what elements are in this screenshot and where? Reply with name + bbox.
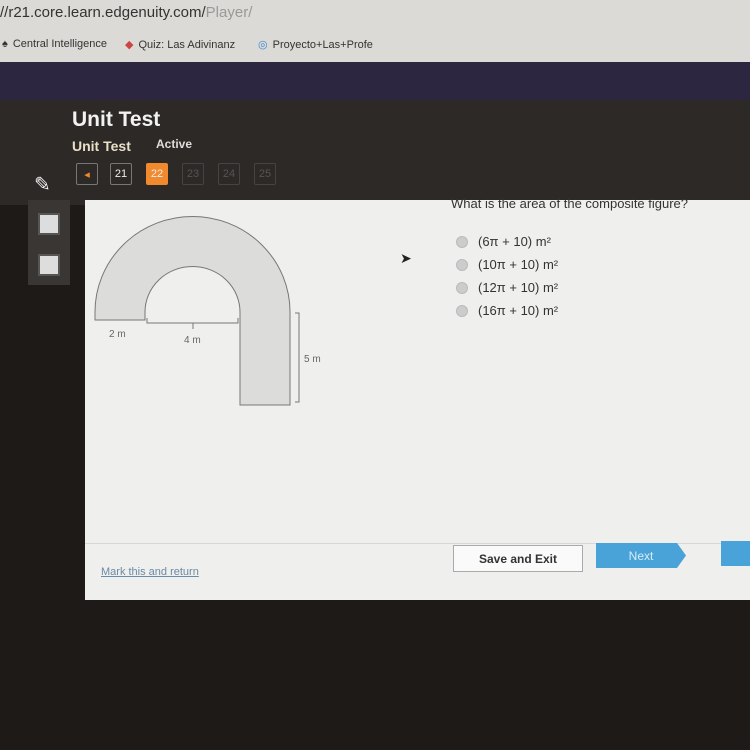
url-bar[interactable]: //r21.core.learn.edgenuity.com/Player/ — [0, 4, 252, 21]
option-label: (10π + 10) m² — [478, 257, 559, 272]
question-text: What is the area of the composite figure… — [451, 196, 689, 211]
url-path: Player/ — [205, 4, 253, 21]
height-dimension-line — [295, 312, 300, 403]
top-band — [0, 62, 750, 100]
page-subtitle: Unit Test — [72, 138, 131, 154]
next-button[interactable]: Next — [596, 543, 686, 568]
radio-button[interactable] — [456, 304, 468, 317]
bookmark-label: Proyecto+Las+Profe — [272, 38, 373, 51]
bookmark-icon: ◆ — [125, 39, 134, 51]
page-title: Unit Test — [72, 108, 161, 131]
nav-question-24[interactable]: 24 — [218, 163, 240, 185]
mark-and-return-link[interactable]: Mark this and return — [101, 566, 199, 578]
submit-button[interactable] — [721, 541, 750, 566]
radio-button[interactable] — [456, 281, 468, 294]
option-3[interactable]: (12π + 10) m² — [456, 280, 558, 295]
option-4[interactable]: (16π + 10) m² — [456, 303, 558, 318]
label-2m: 2 m — [109, 329, 126, 340]
bookmark-label: Quiz: Las Adivinanz — [138, 38, 236, 51]
figure-shape — [94, 216, 291, 406]
label-5m: 5 m — [304, 354, 321, 365]
radio-button[interactable] — [456, 258, 468, 271]
status-label: Active — [156, 137, 193, 151]
chrome-icon: ◎ — [258, 39, 268, 51]
bookmark-quiz[interactable]: ◆ Quiz: Las Adivinanz — [125, 38, 236, 52]
inner-dimension-line — [146, 318, 239, 329]
option-1[interactable]: (6π + 10) m² — [456, 234, 551, 249]
option-label: (12π + 10) m² — [478, 280, 559, 295]
calculator-icon[interactable] — [38, 254, 60, 276]
url-host: //r21.core.learn.edgenuity.com/ — [0, 4, 206, 21]
option-label: (16π + 10) m² — [478, 303, 559, 318]
radio-button[interactable] — [456, 235, 468, 248]
nav-question-21[interactable]: 21 — [110, 163, 132, 185]
nav-question-23[interactable]: 23 — [182, 163, 204, 185]
option-label: (6π + 10) m² — [478, 234, 551, 249]
bookmark-proyecto[interactable]: ◎ Proyecto+Las+Profe — [258, 38, 373, 52]
nav-question-22[interactable]: 22 — [146, 163, 168, 185]
bookmark-icon: ♠ — [2, 38, 8, 50]
option-2[interactable]: (10π + 10) m² — [456, 257, 558, 272]
composite-figure: 2 m 4 m 5 m — [94, 216, 321, 406]
pencil-icon[interactable]: ✎ — [34, 172, 51, 197]
save-and-exit-button[interactable]: Save and Exit — [453, 545, 583, 572]
mouse-cursor-icon: ➤ — [400, 250, 412, 266]
bookmark-label: Central Intelligence — [12, 38, 108, 50]
calculator-icon[interactable] — [38, 213, 60, 235]
label-4m: 4 m — [184, 335, 201, 346]
nav-question-25[interactable]: 25 — [254, 163, 276, 185]
prev-button[interactable]: ◂ — [76, 163, 98, 185]
bookmark-central-intelligence[interactable]: ♠ Central Intelligence — [2, 38, 107, 50]
